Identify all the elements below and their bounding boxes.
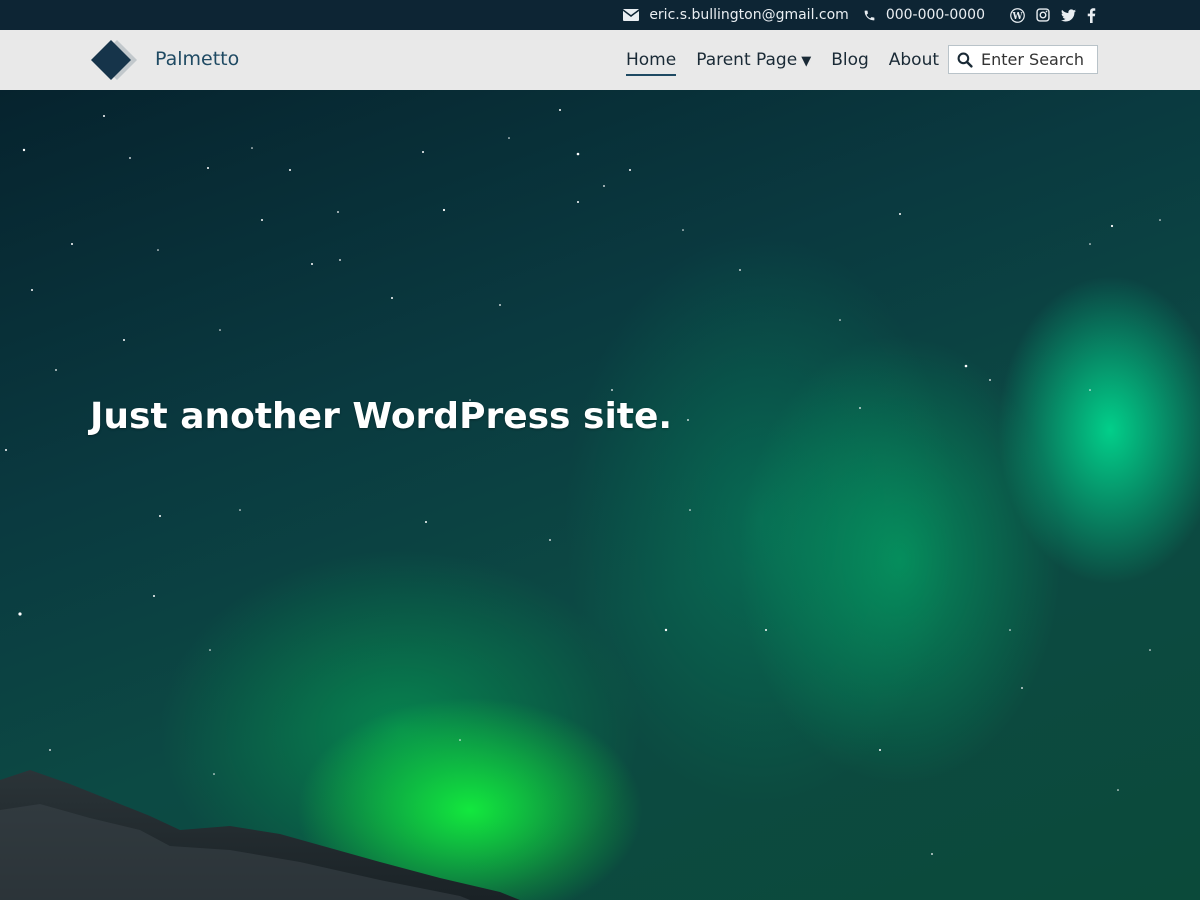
contact-email[interactable]: eric.s.bullington@gmail.com <box>623 7 849 23</box>
phone-icon <box>864 10 875 20</box>
site-logo-icon[interactable] <box>90 39 140 81</box>
top-bar: eric.s.bullington@gmail.com 000-000-0000… <box>0 0 1200 30</box>
caret-down-icon: ▼ <box>801 54 812 69</box>
hero-tagline: Just another WordPress site. <box>90 396 673 437</box>
phone-text: 000-000-0000 <box>885 7 985 23</box>
site-title[interactable]: Palmetto <box>155 48 239 70</box>
wordpress-icon[interactable]: W <box>1010 7 1025 23</box>
instagram-icon[interactable] <box>1036 8 1050 22</box>
search-icon[interactable] <box>957 52 973 68</box>
search-input[interactable] <box>981 50 1091 69</box>
hero-banner: Just another WordPress site. <box>0 90 1200 900</box>
nav-item-blog[interactable]: Blog <box>831 50 869 70</box>
site-header: Palmetto Home Parent Page ▼ Blog About <box>0 30 1200 90</box>
envelope-icon <box>623 9 640 21</box>
mountain-silhouette-image <box>0 770 520 900</box>
social-links: W <box>999 7 1096 23</box>
contact-phone[interactable]: 000-000-0000 <box>863 7 985 23</box>
facebook-icon[interactable] <box>1087 7 1096 23</box>
search-box <box>948 45 1098 74</box>
nav-item-home[interactable]: Home <box>626 50 677 76</box>
nav-item-parent-page[interactable]: Parent Page ▼ <box>696 50 811 70</box>
twitter-icon[interactable] <box>1061 8 1076 22</box>
nav-item-about[interactable]: About <box>889 50 939 70</box>
nav-item-label: Parent Page <box>696 50 798 70</box>
svg-text:W: W <box>1011 11 1023 21</box>
email-text: eric.s.bullington@gmail.com <box>649 7 849 23</box>
main-nav: Home Parent Page ▼ Blog About <box>626 30 959 90</box>
